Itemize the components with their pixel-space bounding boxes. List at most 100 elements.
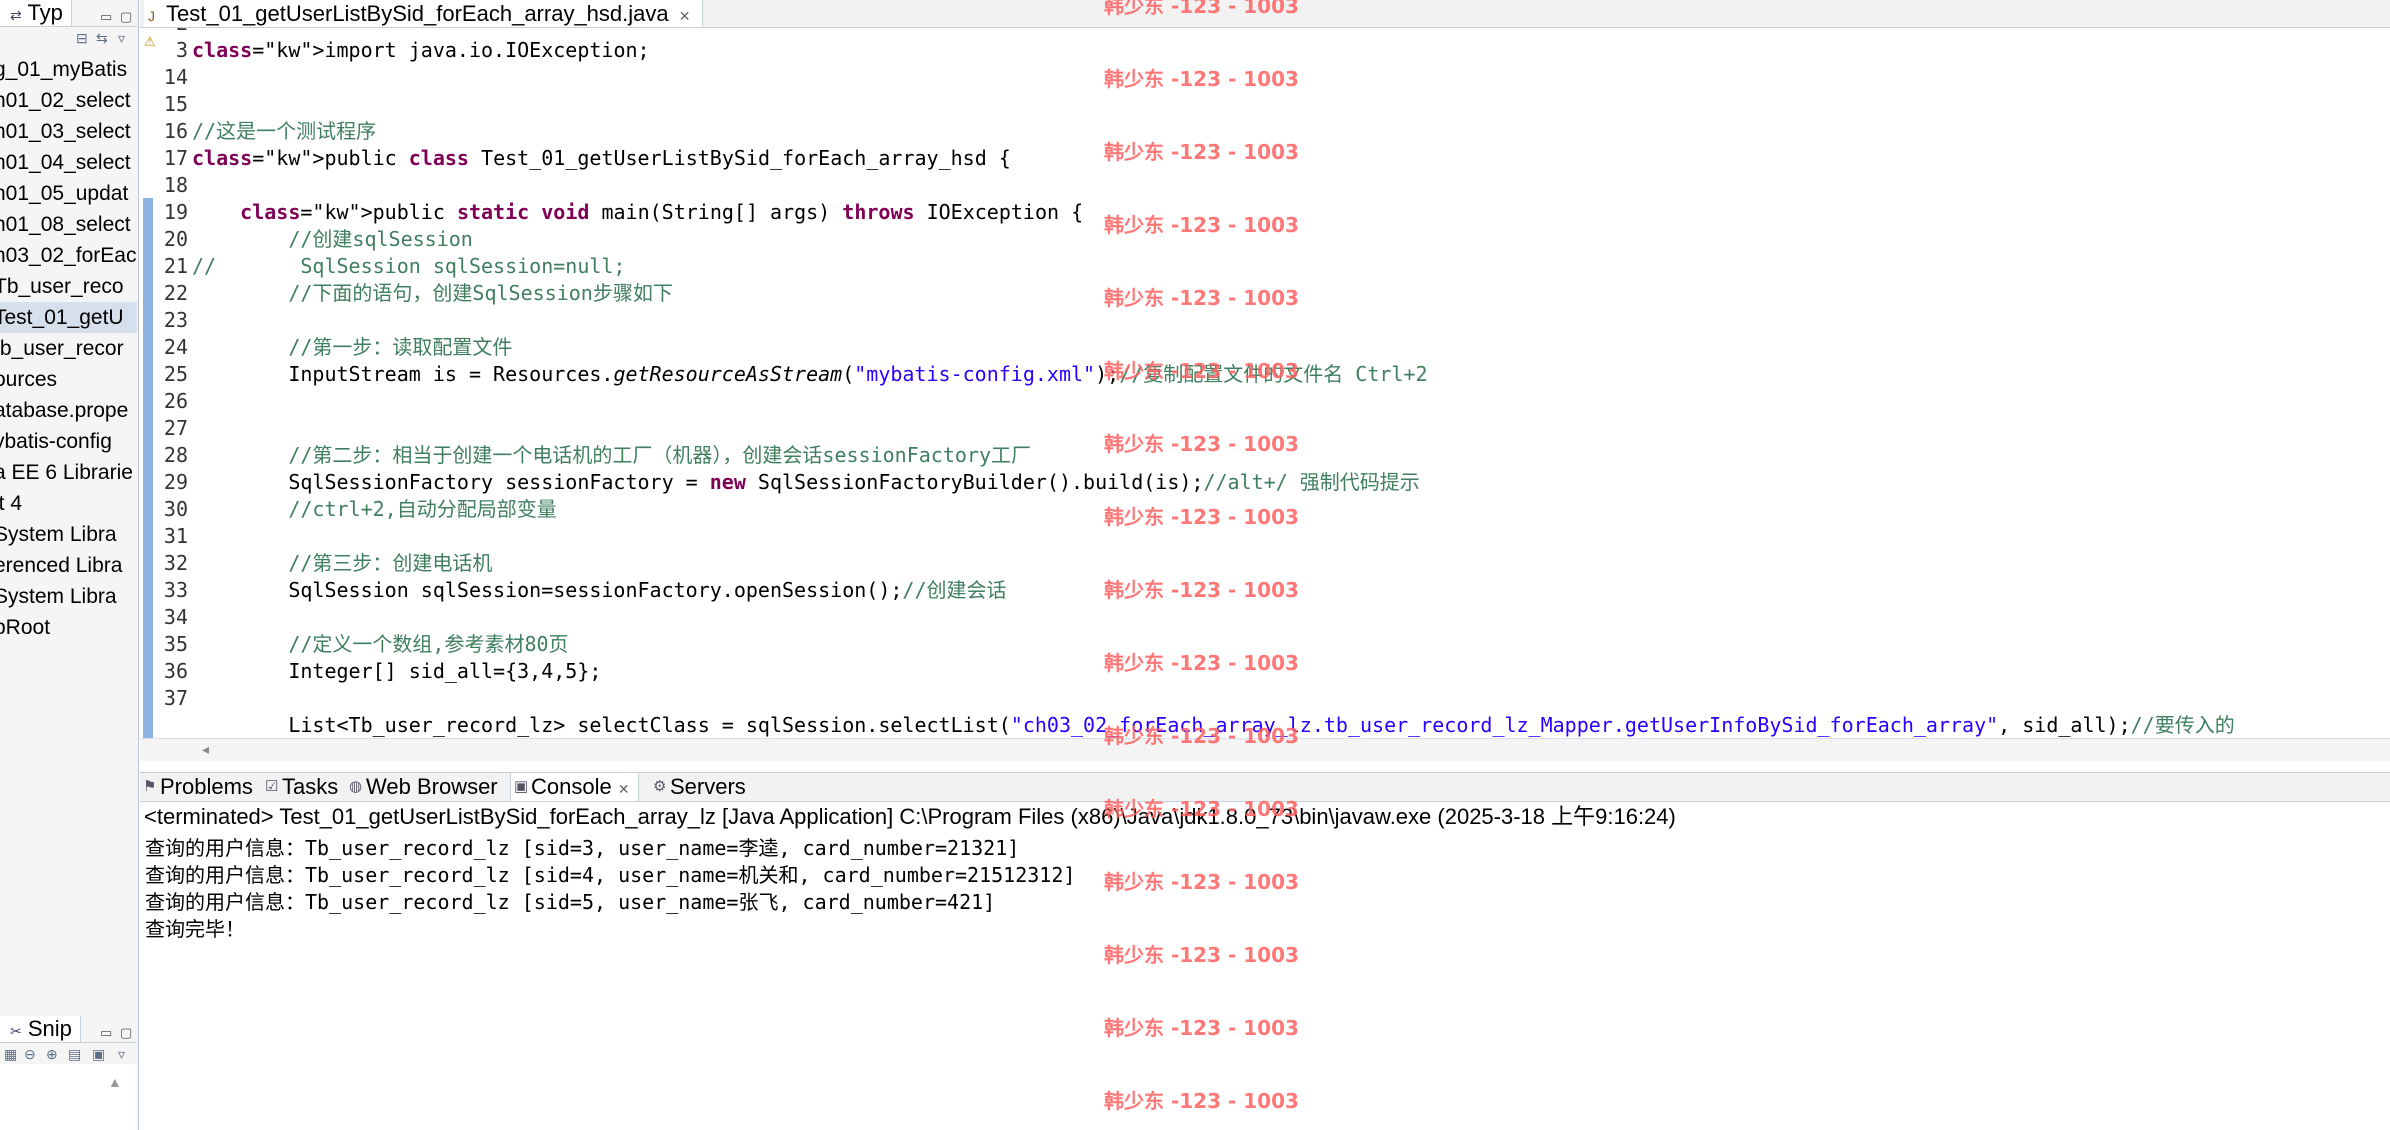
hierarchy-icon: ⇄ <box>10 7 22 23</box>
java-file-icon: J <box>148 8 155 24</box>
console-output[interactable]: 查询的用户信息：Tb_user_record_lz [sid=3, user_n… <box>145 835 1075 943</box>
tree-item[interactable]: System Libra <box>0 519 137 550</box>
code-line[interactable] <box>192 388 2235 415</box>
snippets-body: ▲ <box>0 1064 137 1130</box>
package-explorer-panel: ⇄ Typ ▭ ▢ ⊟ ⇆ ▿ g_01_myBatis n01_02_selec… <box>0 0 139 1130</box>
tree-item[interactable]: System Libra <box>0 581 137 612</box>
tab-console[interactable]: ▣ Console ✕ <box>510 773 639 801</box>
watermark-text: 韩少东 -123 - 1003 <box>1104 943 1299 967</box>
tree-item[interactable]: n01_05_updat <box>0 178 137 209</box>
tree-item[interactable]: it 4 <box>0 488 137 519</box>
code-line[interactable] <box>192 604 2235 631</box>
save-icon[interactable]: ▣ <box>92 1046 105 1063</box>
code-line[interactable] <box>192 307 2235 334</box>
line-number: 22 <box>163 281 188 305</box>
line-number: 37 <box>163 686 188 710</box>
watermark-text: 韩少东 -123 - 1003 <box>1104 286 1299 310</box>
tree-item[interactable]: n01_02_select <box>0 85 137 116</box>
line-number: 20 <box>163 227 188 251</box>
editor-tab[interactable]: J Test_01_getUserListBySid_forEach_array… <box>144 0 704 27</box>
scroll-up-icon[interactable]: ▲ <box>108 1074 122 1090</box>
line-number: 28 <box>163 443 188 467</box>
code-line[interactable] <box>192 91 2235 118</box>
tree-item[interactable]: bRoot <box>0 612 137 643</box>
line-number: 19 <box>163 200 188 224</box>
image-icon[interactable]: ▦ <box>4 1046 17 1063</box>
overview-ruler <box>140 28 153 738</box>
tree-item[interactable]: Tb_user_reco <box>0 271 137 302</box>
line-number: 30 <box>163 497 188 521</box>
line-number: 32 <box>163 551 188 575</box>
tasks-icon: ☑ <box>265 778 279 795</box>
line-number: 31 <box>163 524 188 548</box>
tree-item[interactable]: a EE 6 Librarie <box>0 457 137 488</box>
console-line: 查询的用户信息：Tb_user_record_lz [sid=5, user_n… <box>145 890 996 914</box>
collapse-all-icon[interactable]: ⊟ <box>76 30 88 47</box>
watermark-text: 韩少东 -123 - 1003 <box>1104 67 1299 91</box>
code-line[interactable] <box>192 685 2235 712</box>
package-explorer-toolbar: ⊟ ⇆ ▿ <box>0 28 137 50</box>
tab-problems[interactable]: ⚑ Problems <box>140 773 253 801</box>
watermark-text: 韩少东 -123 - 1003 <box>1104 1016 1299 1040</box>
code-line[interactable]: class="kw">import java.io.IOException; <box>192 37 2235 64</box>
watermark-text: 韩少东 -123 - 1003 <box>1104 651 1299 675</box>
watermark-text: 韩少东 -123 - 1003 <box>1104 1089 1299 1113</box>
type-tab-label: Typ <box>27 0 63 25</box>
zoom-out-icon[interactable]: ⊖ <box>24 1046 36 1063</box>
maximize-icon[interactable]: ▢ <box>120 1020 132 1046</box>
console-icon: ▣ <box>514 778 529 795</box>
minimize-icon[interactable]: ▭ <box>100 1020 112 1046</box>
watermark-text: 韩少东 -123 - 1003 <box>1104 578 1299 602</box>
view-menu-icon[interactable]: ▿ <box>118 30 125 47</box>
tree-item[interactable]: n01_08_select <box>0 209 137 240</box>
servers-icon: ⚙ <box>653 778 667 795</box>
line-number: 34 <box>163 605 188 629</box>
code-line[interactable]: //第三步：创建电话机 <box>192 550 2235 577</box>
view-menu-icon[interactable]: ▿ <box>118 1046 125 1063</box>
code-line[interactable]: SqlSessionFactory sessionFactory = new S… <box>192 469 2235 496</box>
watermark-text: 韩少东 -123 - 1003 <box>1104 0 1299 18</box>
link-editor-icon[interactable]: ⇆ <box>96 30 108 47</box>
line-number: 25 <box>163 362 188 386</box>
scroll-left-icon[interactable]: ◂ <box>202 741 209 758</box>
tree-item[interactable]: erenced Libra <box>0 550 137 581</box>
tree-item[interactable]: n03_02_forEac <box>0 240 137 271</box>
tree-item[interactable]: n01_03_select <box>0 116 137 147</box>
tree-item[interactable]: ybatis-config <box>0 426 137 457</box>
minimize-icon[interactable]: ▭ <box>100 4 112 30</box>
tree-item[interactable]: tb_user_recor <box>0 333 137 364</box>
code-line[interactable]: // SqlSession sqlSession=null; <box>192 253 2235 280</box>
line-number: 15 <box>163 92 188 116</box>
line-number: 2 <box>148 28 188 37</box>
tree-item[interactable]: Test_01_getU <box>0 302 137 333</box>
type-hierarchy-tab[interactable]: ⇄ Typ <box>0 0 72 26</box>
maximize-icon[interactable]: ▢ <box>120 4 132 30</box>
tree-item[interactable]: n01_04_select <box>0 147 137 178</box>
line-number: 18 <box>163 173 188 197</box>
snippets-toolbar: ▦ ⊖ ⊕ ▤ ▣ ▿ <box>0 1044 137 1066</box>
line-number: 23 <box>163 308 188 332</box>
line-number: 24 <box>163 335 188 359</box>
tab-label: Servers <box>670 774 746 799</box>
console-line: 查询的用户信息：Tb_user_record_lz [sid=4, user_n… <box>145 863 1076 887</box>
snippets-tab[interactable]: ✂ Snip <box>0 1016 81 1042</box>
close-icon[interactable]: ✕ <box>679 8 691 24</box>
tree-item[interactable]: atabase.prope <box>0 395 137 426</box>
snippets-icon: ✂ <box>10 1023 22 1039</box>
tab-tasks[interactable]: ☑ Tasks <box>262 773 338 801</box>
tree-item[interactable]: ources <box>0 364 137 395</box>
globe-icon: ◍ <box>349 778 363 795</box>
tree-item[interactable]: g_01_myBatis <box>0 54 137 85</box>
watermark-text: 韩少东 -123 - 1003 <box>1104 140 1299 164</box>
tab-servers[interactable]: ⚙ Servers <box>650 773 746 801</box>
zoom-in-icon[interactable]: ⊕ <box>46 1046 58 1063</box>
code-line[interactable] <box>192 172 2235 199</box>
tab-web-browser[interactable]: ◍ Web Browser <box>346 773 498 801</box>
console-line: 查询的用户信息：Tb_user_record_lz [sid=3, user_n… <box>145 836 1020 860</box>
close-icon[interactable]: ✕ <box>618 781 630 797</box>
tab-label: Console <box>531 774 612 799</box>
editor-tab-title: Test_01_getUserListBySid_forEach_array_h… <box>166 1 669 26</box>
line-number: 27 <box>163 416 188 440</box>
copy-icon[interactable]: ▤ <box>68 1046 81 1063</box>
code-line[interactable] <box>192 28 2235 37</box>
